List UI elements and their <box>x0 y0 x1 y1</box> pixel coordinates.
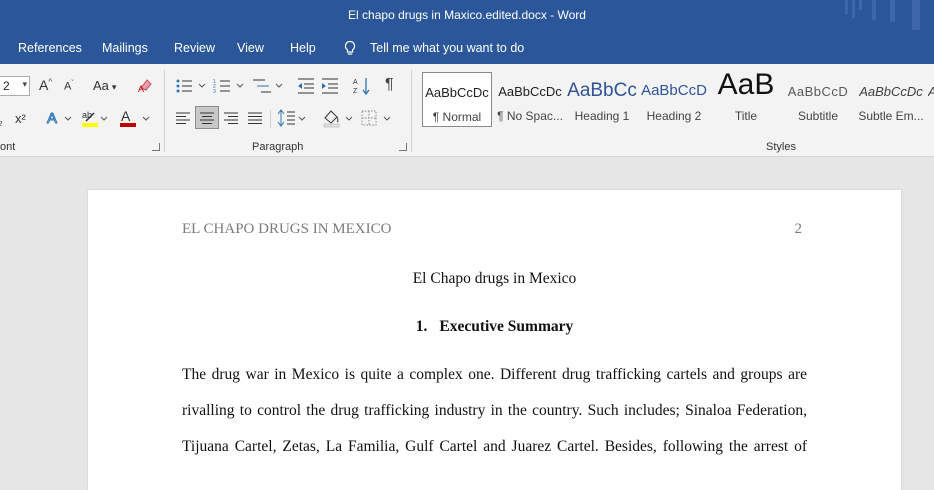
svg-text:A: A <box>47 110 57 127</box>
align-right-icon[interactable] <box>223 110 239 126</box>
font-size-value: 2 <box>3 79 10 93</box>
shrink-font-button[interactable]: Aˇ <box>64 80 74 93</box>
style-heading-1[interactable]: AaBbCc Heading 1 <box>567 72 637 127</box>
style-no-spacing[interactable]: AaBbCcDc ¶ No Spac... <box>495 72 565 127</box>
align-left-icon[interactable] <box>175 110 191 126</box>
superscript-label: x² <box>15 111 26 126</box>
paragraph-line: The drug war in Mexico is quite a comple… <box>182 366 807 383</box>
style-sample: AaBbCc <box>567 80 637 101</box>
style-sample: AaBbCcD <box>787 84 849 99</box>
title-bar-decoration <box>890 0 895 22</box>
style-subtle-emphasis[interactable]: AaBbCcDc Subtle Em... <box>855 72 927 127</box>
highlight-color-icon[interactable]: ab <box>80 108 110 128</box>
style-sample: AaBbCcDc <box>425 85 489 100</box>
title-bar-decoration <box>859 0 862 10</box>
group-separator <box>164 70 165 152</box>
svg-text:ab: ab <box>82 110 92 120</box>
group-separator <box>411 70 412 152</box>
paragraph-group-label: Paragraph <box>252 141 304 153</box>
title-bar-decoration <box>872 0 876 20</box>
font-size-box[interactable]: 2 ▾ <box>0 76 30 96</box>
increase-indent-icon[interactable] <box>320 77 340 95</box>
font-color-icon[interactable]: A <box>118 108 152 128</box>
change-case-label: Aa <box>93 78 109 93</box>
style-title[interactable]: AaB Title <box>711 72 781 127</box>
section-number: 1. <box>415 318 428 335</box>
numbering-icon[interactable]: 1 2 3 <box>213 77 247 95</box>
ribbon: 2 ▾ A^ Aˇ Aa ▾ A ₂ x² A ab A ont 1 2 3 A… <box>0 64 934 157</box>
group-separator <box>270 110 271 128</box>
style-normal[interactable]: AaBbCcDc ¶ Normal <box>422 72 492 127</box>
tab-mailings[interactable]: Mailings <box>102 41 148 55</box>
style-subtitle[interactable]: AaBbCcD Subtitle <box>783 72 853 127</box>
style-sample: AaBbCcDc <box>928 84 934 99</box>
align-center-icon <box>200 112 214 124</box>
tell-me-search[interactable]: Tell me what you want to do <box>370 41 524 55</box>
style-heading-2[interactable]: AaBbCcD Heading 2 <box>639 72 709 127</box>
svg-text:A: A <box>138 84 144 93</box>
style-name: Heading 1 <box>574 109 630 123</box>
justify-icon[interactable] <box>247 110 263 126</box>
title-bar-decoration <box>852 0 855 18</box>
page-number: 2 <box>794 221 803 237</box>
tab-references[interactable]: References <box>18 41 82 55</box>
style-sample: AaBbCcDc <box>859 84 923 99</box>
chevron-down-icon: ▾ <box>22 79 27 89</box>
style-name: Title <box>734 109 758 123</box>
shading-icon[interactable] <box>322 108 356 128</box>
style-more-partial[interactable]: AaBbCcDc <box>928 72 934 127</box>
bullets-icon[interactable] <box>175 77 209 95</box>
document-title: El Chapo drugs in Mexico <box>412 270 577 287</box>
show-formatting-marks-icon[interactable]: ¶ <box>385 76 394 94</box>
font-group-label: ont <box>0 141 16 153</box>
window-title: El chapo drugs in Maxico.edited.docx - W… <box>348 8 586 22</box>
dialog-launcher-icon[interactable] <box>152 143 160 151</box>
superscript-button[interactable]: x² <box>15 111 26 126</box>
style-sample: AaBbCcD <box>641 82 707 99</box>
svg-text:A: A <box>121 108 131 124</box>
paragraph-line: rivalling to control the drug traffickin… <box>182 402 807 419</box>
style-sample: AaB <box>717 72 775 101</box>
chevron-down-icon: ▾ <box>111 82 117 92</box>
clear-formatting-icon[interactable]: A <box>137 77 153 93</box>
title-bar-decoration <box>845 0 848 14</box>
tab-help[interactable]: Help <box>290 41 316 55</box>
title-bar-decoration <box>912 0 920 30</box>
styles-group-label: Styles <box>766 141 796 153</box>
style-sample: AaBbCcDc <box>498 84 562 99</box>
section-title: Executive Summary <box>439 318 574 335</box>
sort-icon[interactable]: A Z <box>352 76 372 96</box>
tab-view[interactable]: View <box>237 41 264 55</box>
svg-text:3: 3 <box>213 89 216 95</box>
tab-review[interactable]: Review <box>174 41 215 55</box>
decrease-indent-icon[interactable] <box>296 77 316 95</box>
align-center-button[interactable] <box>195 106 219 129</box>
paragraph-line: Tijuana Cartel, Zetas, La Familia, Gulf … <box>182 438 807 455</box>
dialog-launcher-icon[interactable] <box>399 143 407 151</box>
menu-bar: References Mailings Review View Help Tel… <box>0 32 934 64</box>
grow-font-button[interactable]: A^ <box>39 77 52 93</box>
svg-text:Z: Z <box>353 88 358 95</box>
running-head: EL CHAPO DRUGS IN MEXICO <box>182 221 392 237</box>
change-case-button[interactable]: Aa ▾ <box>93 78 116 93</box>
svg-text:A: A <box>353 79 358 86</box>
style-name: Subtle Em... <box>858 109 924 123</box>
multilevel-list-icon[interactable] <box>251 77 285 95</box>
line-spacing-icon[interactable] <box>277 108 309 128</box>
style-name: ¶ Normal <box>432 110 482 124</box>
lightbulb-icon <box>344 40 356 55</box>
subscript-label: ₂ <box>0 114 3 128</box>
style-name: Heading 2 <box>646 109 702 123</box>
subscript-button[interactable]: ₂ <box>0 114 3 128</box>
title-bar: El chapo drugs in Maxico.edited.docx - W… <box>0 0 934 32</box>
document-page[interactable]: EL CHAPO DRUGS IN MEXICO 2 El Chapo drug… <box>88 190 901 490</box>
text-effects-icon[interactable]: A <box>46 109 74 127</box>
style-name: Subtitle <box>797 109 839 123</box>
borders-icon[interactable] <box>360 108 394 128</box>
section-heading: 1. Executive Summary <box>88 318 901 336</box>
style-name: ¶ No Spac... <box>497 109 563 123</box>
